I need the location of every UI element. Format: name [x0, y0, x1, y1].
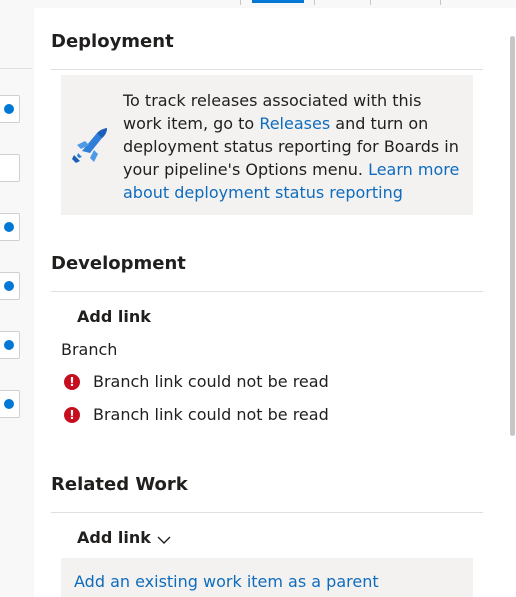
field-indicator-icon: [4, 340, 14, 350]
field-indicator-icon: [4, 281, 14, 291]
left-field-4[interactable]: [0, 272, 20, 300]
section-divider: [51, 291, 483, 292]
related-work-section-title: Related Work: [51, 474, 188, 495]
left-fields-column: [0, 0, 34, 597]
left-field-1[interactable]: [0, 95, 20, 123]
add-parent-box: Add an existing work item as a parent: [61, 558, 473, 597]
tab-separator: [240, 0, 241, 5]
tab-separator: [440, 0, 441, 5]
add-existing-parent-link[interactable]: Add an existing work item as a parent: [74, 572, 379, 591]
work-item-page: Deployment To track releases associated …: [0, 0, 516, 597]
branch-error-text: Branch link could not be read: [93, 405, 329, 424]
section-divider: [51, 512, 483, 513]
branch-group-label: Branch: [61, 340, 118, 359]
left-divider: [0, 68, 32, 69]
related-work-add-link-button[interactable]: Add link: [77, 528, 151, 547]
error-icon: !: [64, 407, 80, 423]
field-indicator-icon: [4, 222, 14, 232]
panel-scrollbar[interactable]: [508, 8, 516, 597]
left-field-6[interactable]: [0, 390, 20, 418]
development-add-link-button[interactable]: Add link: [77, 307, 151, 326]
error-icon: !: [64, 374, 80, 390]
branch-error-text: Branch link could not be read: [93, 372, 329, 391]
deployment-info-box: To track releases associated with this w…: [61, 75, 473, 215]
tab-separator: [370, 0, 371, 5]
deployment-info-text: To track releases associated with this w…: [123, 89, 463, 204]
section-divider: [51, 69, 483, 70]
left-field-2[interactable]: [0, 154, 20, 182]
tab-separator: [314, 0, 315, 5]
development-section-title: Development: [51, 253, 186, 274]
pipelines-icon: [72, 128, 107, 163]
left-field-5[interactable]: [0, 331, 20, 359]
deployment-section-title: Deployment: [51, 31, 174, 52]
scrollbar-thumb[interactable]: [510, 36, 515, 436]
links-panel: Deployment To track releases associated …: [34, 8, 508, 597]
field-indicator-icon: [4, 399, 14, 409]
field-indicator-icon: [4, 104, 14, 114]
releases-link[interactable]: Releases: [259, 114, 330, 133]
active-tab-indicator[interactable]: [252, 0, 304, 3]
left-field-3[interactable]: [0, 213, 20, 241]
chevron-down-icon[interactable]: [157, 533, 171, 547]
